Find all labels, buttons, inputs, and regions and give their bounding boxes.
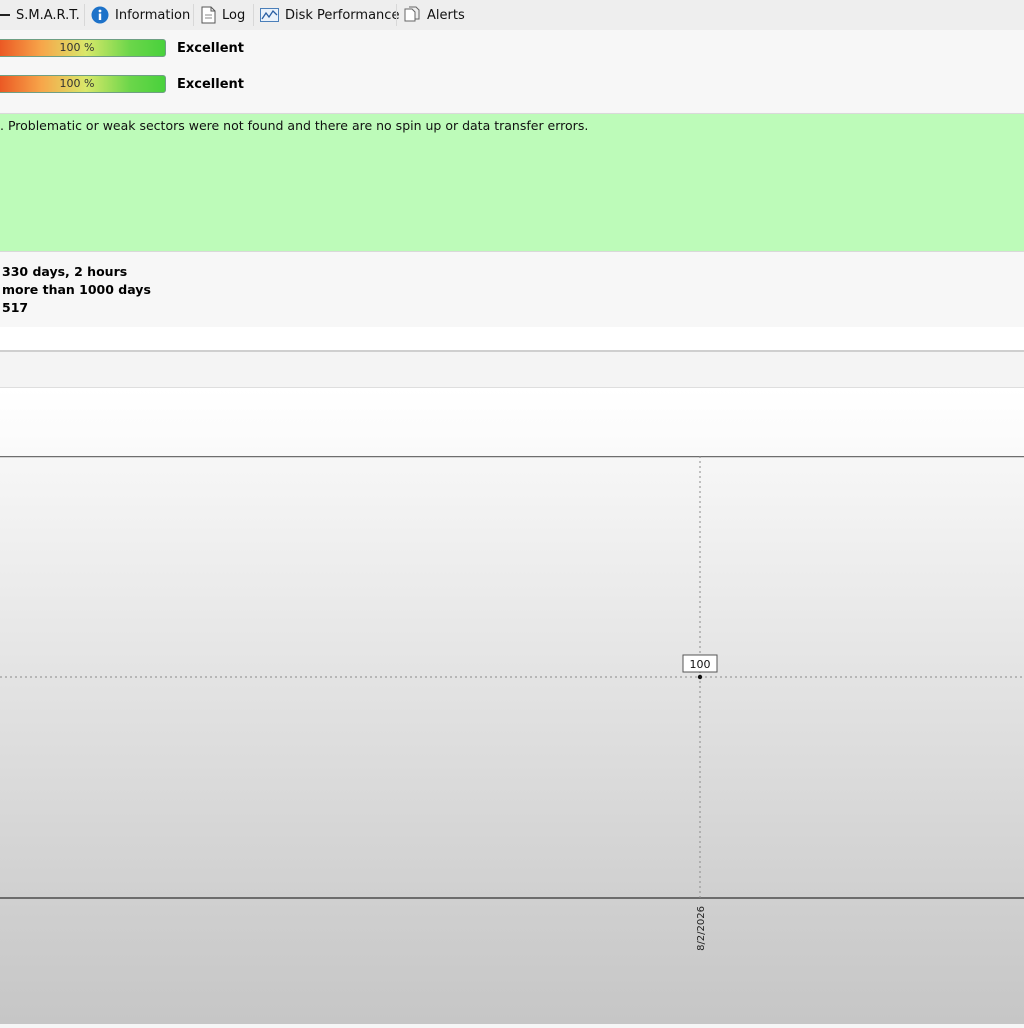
tab-label: Disk Performance bbox=[285, 7, 400, 23]
health-panel: 100 % Excellent 100 % Excellent bbox=[0, 30, 1024, 112]
alerts-icon bbox=[404, 6, 421, 24]
tab-separator bbox=[193, 4, 194, 26]
tab-label: S.M.A.R.T. bbox=[16, 7, 80, 23]
health-progress-bar: 100 % bbox=[0, 39, 166, 57]
dash-icon bbox=[0, 10, 10, 20]
tab-alerts[interactable]: Alerts bbox=[404, 0, 465, 30]
performance-percent: 100 % bbox=[59, 77, 95, 90]
data-label: 100 bbox=[690, 658, 711, 671]
data-point bbox=[697, 674, 703, 680]
health-percent: 100 % bbox=[59, 41, 95, 54]
performance-chart-icon bbox=[260, 7, 279, 23]
status-message: . Problematic or weak sectors were not f… bbox=[0, 118, 589, 133]
status-message-panel: . Problematic or weak sectors were not f… bbox=[0, 113, 1024, 252]
empty-panel bbox=[0, 327, 1024, 350]
axis-area bbox=[0, 898, 1024, 1024]
chart-header bbox=[0, 388, 1024, 456]
tab-separator bbox=[84, 4, 85, 26]
power-on-time: 330 days, 2 hours bbox=[2, 264, 128, 279]
stats-panel: 330 days, 2 hours more than 1000 days 51… bbox=[0, 252, 1024, 327]
health-history-chart: 100 8/2/2026 bbox=[0, 455, 1024, 1024]
performance-rating: Excellent bbox=[177, 77, 244, 92]
tab-label: Alerts bbox=[427, 7, 465, 23]
tab-separator bbox=[396, 4, 397, 26]
health-rating: Excellent bbox=[177, 41, 244, 56]
document-icon bbox=[201, 6, 216, 24]
estimated-lifetime: more than 1000 days bbox=[2, 282, 151, 297]
tab-bar: S.M.A.R.T. Information Log Disk Performa… bbox=[0, 0, 1024, 31]
chart-svg: 100 8/2/2026 bbox=[0, 455, 1024, 1024]
tab-label: Information bbox=[115, 7, 191, 23]
tab-log[interactable]: Log bbox=[201, 0, 245, 30]
stat-value: 517 bbox=[2, 300, 29, 315]
toolbar-strip bbox=[0, 352, 1024, 388]
tab-information[interactable]: Information bbox=[91, 0, 190, 30]
performance-progress-bar: 100 % bbox=[0, 75, 166, 93]
info-icon bbox=[91, 6, 109, 24]
x-tick-label: 8/2/2026 bbox=[696, 906, 707, 951]
tab-label: Log bbox=[222, 7, 246, 23]
tab-separator bbox=[253, 4, 254, 26]
tab-disk-performance[interactable]: Disk Performance bbox=[260, 0, 399, 30]
tab-smart[interactable]: S.M.A.R.T. bbox=[0, 0, 80, 30]
